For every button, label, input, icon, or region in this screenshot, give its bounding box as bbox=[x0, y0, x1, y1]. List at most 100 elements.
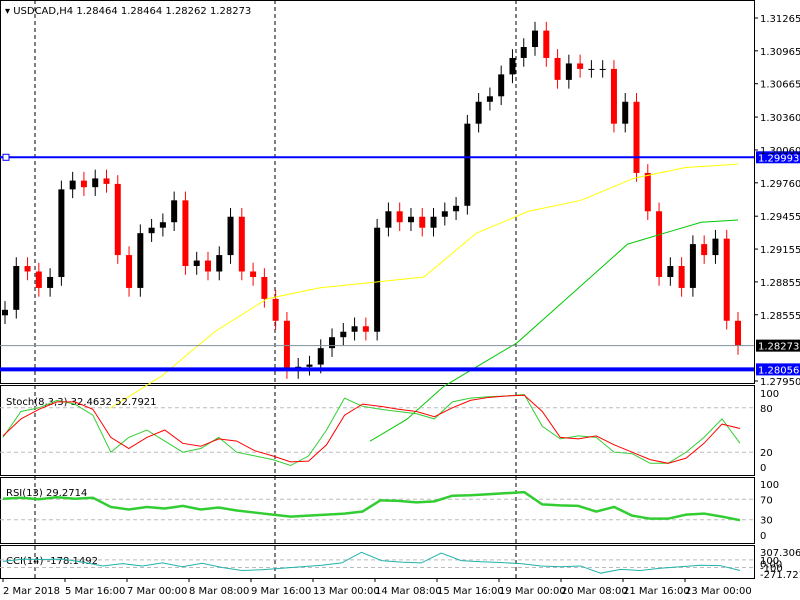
indicator-tick-label: 70 bbox=[760, 495, 773, 506]
bull-candle bbox=[171, 200, 178, 223]
price-tick-label: 1.30665 bbox=[760, 80, 800, 91]
bull-candle bbox=[532, 30, 539, 48]
time-label: 14 Mar 08:00 bbox=[375, 586, 442, 597]
bear-candle bbox=[633, 101, 640, 173]
price-tick-label: 1.29760 bbox=[760, 179, 800, 190]
bull-candle bbox=[498, 74, 505, 97]
bear-candle bbox=[24, 266, 31, 272]
bull-candle bbox=[407, 216, 414, 223]
bear-candle bbox=[656, 211, 663, 277]
bull-candle bbox=[599, 68, 606, 70]
time-label: 19 Mar 00:00 bbox=[499, 586, 566, 597]
bull-candle bbox=[137, 233, 144, 288]
bear-candle bbox=[362, 326, 369, 332]
bull-candle bbox=[13, 266, 20, 310]
price-tick-label: 1.29455 bbox=[760, 212, 800, 223]
time-label: 23 Mar 00:00 bbox=[685, 586, 752, 597]
bull-candle bbox=[216, 255, 223, 272]
indicator-title: CCI(14) -178.1492 bbox=[6, 556, 98, 567]
bull-candle bbox=[374, 227, 381, 332]
bull-candle bbox=[47, 276, 54, 288]
bull-candle bbox=[69, 180, 76, 190]
bear-candle bbox=[678, 266, 685, 288]
time-label: 9 Mar 16:00 bbox=[251, 586, 311, 597]
bull-candle bbox=[306, 364, 313, 367]
price-tick-label: 1.28555 bbox=[760, 311, 800, 322]
time-label: 7 Mar 00:00 bbox=[127, 586, 187, 597]
time-axis: 2 Mar 2018 5 Mar 16:00 7 Mar 00:00 8 Mar 08… bbox=[2, 578, 752, 597]
bull-candle bbox=[588, 68, 595, 70]
bear-candle bbox=[103, 178, 110, 184]
bull-candle bbox=[159, 222, 166, 228]
bear-candle bbox=[723, 238, 730, 321]
bear-candle bbox=[272, 298, 279, 321]
bear-candle bbox=[35, 271, 42, 288]
bull-candle bbox=[92, 178, 99, 188]
indicator-tick-label: 0 bbox=[760, 463, 766, 474]
bull-candle bbox=[509, 57, 516, 75]
time-label: 2 Mar 2018 bbox=[3, 586, 60, 597]
indicator-panels: Stoch(8,3,3) 32.4632 52.792110080200RSI(… bbox=[0, 389, 800, 581]
bull-candle bbox=[58, 189, 65, 277]
bear-candle bbox=[701, 244, 708, 256]
bear-candle bbox=[396, 211, 403, 223]
bear-candle bbox=[238, 216, 245, 272]
bull-candle bbox=[385, 211, 392, 228]
bull-candle bbox=[520, 47, 527, 58]
bull-candle bbox=[193, 260, 200, 267]
bear-candle bbox=[126, 255, 133, 288]
bull-candle bbox=[2, 309, 8, 316]
bear-candle bbox=[250, 271, 257, 277]
bull-candle bbox=[441, 211, 448, 217]
time-label: 15 Mar 16:00 bbox=[437, 586, 504, 597]
indicator-tick-label: 100 bbox=[760, 389, 779, 400]
indicator-tick-label: 30 bbox=[760, 516, 773, 527]
bull-candle bbox=[565, 63, 572, 80]
bull-candle bbox=[227, 216, 234, 256]
bull-candle bbox=[486, 96, 493, 102]
bull-candle bbox=[340, 331, 347, 338]
horizontal-line-label: 1.28056 bbox=[758, 365, 799, 376]
price-tick-label: 1.30965 bbox=[760, 47, 800, 58]
rsi-line bbox=[2, 490, 741, 522]
indicator-panel-frame bbox=[0, 545, 755, 579]
bull-candle bbox=[148, 227, 155, 234]
price-tick-label: 1.30060 bbox=[760, 146, 800, 157]
chart-header: ▾ USDCAD,H4 1.28464 1.28464 1.28262 1.28… bbox=[5, 6, 251, 17]
indicator-tick-label: 80 bbox=[760, 404, 773, 415]
cci-line bbox=[2, 551, 741, 574]
indicator-tick-label: 100 bbox=[760, 480, 779, 491]
bear-candle bbox=[204, 260, 211, 272]
price-tick-label: 1.31265 bbox=[760, 14, 800, 25]
bear-candle bbox=[261, 276, 268, 299]
chart-canvas[interactable]: 1.299931.280561.28273 1.312651.309651.30… bbox=[0, 0, 800, 600]
bull-candle bbox=[430, 216, 437, 228]
bull-candle bbox=[622, 101, 629, 124]
bull-candle bbox=[317, 348, 324, 365]
bear-candle bbox=[577, 63, 584, 69]
price-tick-label: 1.29155 bbox=[760, 245, 800, 256]
bear-candle bbox=[735, 320, 741, 346]
bear-candle bbox=[114, 183, 121, 256]
bull-candle bbox=[667, 266, 674, 277]
bull-candle bbox=[475, 101, 482, 124]
price-tick-label: 1.28855 bbox=[760, 278, 800, 289]
price-tick-label: 1.27950 bbox=[760, 377, 800, 388]
line-handle bbox=[2, 153, 10, 161]
bull-candle bbox=[329, 337, 336, 349]
indicator-title: Stoch(8,3,3) 32.4632 52.7921 bbox=[6, 397, 157, 408]
price-axis: 1.31265 1.30965 1.30665 1.30360 1.30060 1.297… bbox=[754, 14, 800, 388]
chart-window[interactable]: 1.29993 1.28056 1.28273 1.31265 1.30965 1.30… bbox=[0, 0, 800, 600]
bull-candle bbox=[712, 238, 719, 256]
candles bbox=[2, 21, 741, 379]
bull-candle bbox=[689, 244, 696, 288]
bull-candle bbox=[351, 326, 358, 332]
price-tick-label: 1.30360 bbox=[760, 113, 800, 124]
time-label: 21 Mar 16:00 bbox=[623, 586, 690, 597]
time-label: 13 Mar 00:00 bbox=[313, 586, 380, 597]
time-label: 20 Mar 08:00 bbox=[561, 586, 628, 597]
bear-candle bbox=[419, 216, 426, 228]
time-label: 8 Mar 08:00 bbox=[189, 586, 249, 597]
bear-candle bbox=[543, 30, 550, 58]
indicator-tick-label: 20 bbox=[760, 448, 773, 459]
